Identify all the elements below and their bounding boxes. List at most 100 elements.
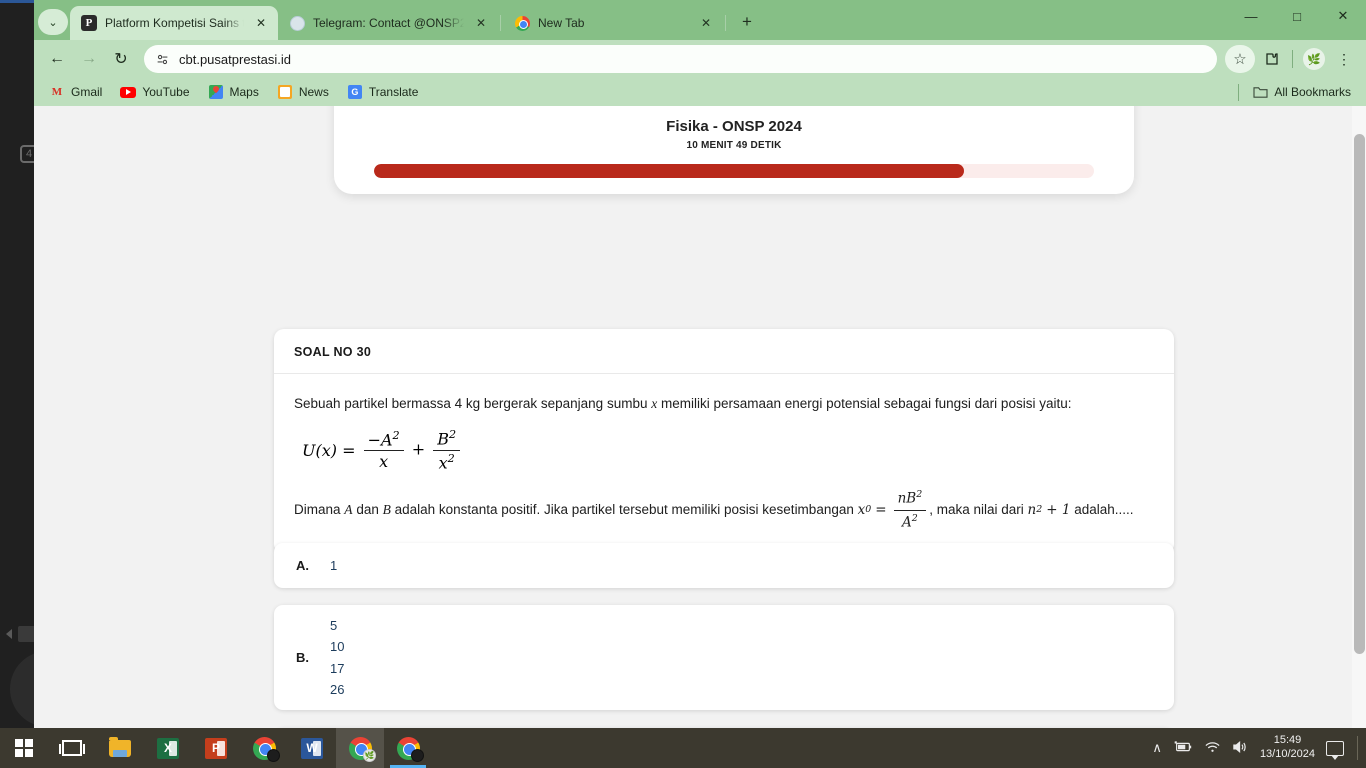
option-text-line: 26 [330, 681, 345, 697]
formula-term-2: B2 x2 [433, 428, 461, 472]
expr-plus-one: + 1 [1046, 502, 1071, 519]
bookmark-gmail[interactable]: M Gmail [42, 81, 109, 103]
tray-overflow-icon[interactable]: ∧ [1152, 740, 1162, 756]
background-window-collapse-icon[interactable] [6, 629, 12, 639]
term2-num-exponent: 2 [449, 428, 457, 442]
question-text-line-1: Sebuah partikel bermassa 4 kg bergerak s… [294, 394, 1154, 414]
start-button[interactable] [0, 728, 48, 768]
page-viewport: Fisika - ONSP 2024 10 MENIT 49 DETIK SOA… [34, 106, 1366, 728]
task-view-icon [59, 740, 85, 756]
n-squared-expression: n2 + 1 [1028, 500, 1071, 520]
forward-button[interactable]: → [74, 44, 104, 74]
potential-energy-formula: U(x) = −A2 x + B2 x2 [294, 428, 1154, 472]
excel-button[interactable]: X [144, 728, 192, 768]
gmail-icon: M [51, 86, 63, 98]
bookmark-news[interactable]: News [270, 81, 336, 103]
battery-icon[interactable] [1173, 740, 1193, 757]
translate-icon: G [347, 84, 363, 100]
page-scrollbar-thumb[interactable] [1354, 134, 1365, 654]
site-settings-icon[interactable] [154, 51, 170, 67]
expr-base: n [1027, 502, 1037, 519]
tab-title: Telegram: Contact @ONSP2024 [313, 16, 464, 30]
word-icon: W [301, 737, 323, 759]
clock[interactable]: 15:49 13/10/2024 [1260, 734, 1315, 762]
chrome-profile-badge: 🌿 [363, 749, 376, 762]
bookmark-translate[interactable]: G Translate [340, 81, 426, 103]
bookmark-label: Translate [368, 85, 419, 99]
question-text-line-2: Dimana A dan B adalah konstanta positif.… [294, 488, 1154, 533]
eq-num-exponent: 2 [916, 488, 923, 500]
action-center-icon[interactable] [1326, 740, 1344, 760]
bookmark-youtube[interactable]: YouTube [113, 81, 196, 103]
option-text-line: 5 [330, 617, 338, 633]
clock-date: 13/10/2024 [1259, 748, 1315, 760]
bookmarks-bar: M Gmail YouTube Maps News G Translate Al… [34, 78, 1366, 106]
question-number: SOAL NO 30 [274, 329, 1174, 374]
windows-taskbar: X P W 🌿 ∧ 15:49 13/10/2024 [0, 728, 1366, 768]
option-text-line: 17 [330, 660, 345, 676]
pahamify-icon: P [81, 15, 97, 31]
background-window[interactable]: 4 [0, 0, 86, 728]
question-text-part-1: Sebuah partikel bermassa 4 kg bergerak s… [294, 396, 648, 411]
tab-new-tab[interactable]: New Tab ✕ [503, 6, 723, 40]
chrome-menu-icon[interactable]: ⋮ [1330, 45, 1358, 73]
bookmark-star-icon[interactable]: ☆ [1225, 45, 1255, 73]
tab-separator [725, 15, 726, 31]
youtube-icon [120, 84, 137, 100]
chrome-button-3[interactable] [384, 728, 432, 768]
chrome-icon [514, 15, 530, 31]
question-card: SOAL NO 30 Sebuah partikel bermassa 4 kg… [274, 329, 1174, 555]
eq-sign: = [875, 502, 887, 519]
windows-logo-icon [15, 739, 33, 757]
chrome-button-2[interactable]: 🌿 [336, 728, 384, 768]
close-icon[interactable]: ✕ [472, 14, 490, 32]
tab-search-chevron-icon[interactable]: ⌄ [38, 9, 68, 35]
variable-b: B [382, 501, 391, 517]
task-view-button[interactable] [48, 728, 96, 768]
file-explorer-button[interactable] [96, 728, 144, 768]
show-desktop-button[interactable] [1357, 736, 1358, 760]
line2-part-1: Dimana [294, 501, 341, 517]
avatar: 🌿 [1303, 48, 1325, 70]
page-scrollbar-track[interactable] [1352, 106, 1366, 728]
close-icon[interactable]: ✕ [252, 14, 270, 32]
folder-icon [1252, 84, 1268, 100]
bookmark-maps[interactable]: Maps [201, 81, 266, 103]
exam-header-card: Fisika - ONSP 2024 10 MENIT 49 DETIK [334, 106, 1134, 194]
option-a[interactable]: A. 1 [274, 543, 1174, 588]
extensions-icon[interactable] [1257, 45, 1285, 73]
tab-telegram[interactable]: Telegram: Contact @ONSP2024 ✕ [278, 6, 498, 40]
powerpoint-button[interactable]: P [192, 728, 240, 768]
window-controls: — □ ✕ [1228, 0, 1366, 40]
option-letter: A. [296, 558, 309, 573]
chrome-profile-badge [267, 749, 280, 762]
tab-strip: ⌄ P Platform Kompetisi Sains terbesar ✕ … [34, 0, 1366, 40]
chrome-button-1[interactable] [240, 728, 288, 768]
minimize-button[interactable]: — [1228, 0, 1274, 32]
browser-toolbar: ← → ↻ cbt.pusatprestasi.id ☆ 🌿 ⋮ [34, 40, 1366, 78]
line2-part-3: adalah konstanta positif. Jika partikel … [394, 501, 854, 517]
back-button[interactable]: ← [42, 44, 72, 74]
folder-icon [109, 736, 131, 757]
option-b[interactable]: B. 5 10 17 26 [274, 605, 1174, 710]
address-bar[interactable]: cbt.pusatprestasi.id [144, 45, 1217, 73]
option-letter: B. [296, 650, 309, 665]
wifi-icon[interactable] [1204, 740, 1221, 757]
close-icon[interactable]: ✕ [697, 14, 715, 32]
eq-lhs-subscript: 0 [865, 504, 872, 516]
word-button[interactable]: W [288, 728, 336, 768]
url-text: cbt.pusatprestasi.id [179, 51, 292, 67]
new-tab-button[interactable]: + [734, 9, 760, 35]
line2-part-5: adalah..... [1074, 501, 1134, 517]
toolbar-divider [1292, 50, 1293, 68]
reload-button[interactable]: ↻ [106, 44, 136, 74]
volume-icon[interactable] [1232, 740, 1249, 757]
profile-avatar[interactable]: 🌿 [1300, 45, 1328, 73]
eq-numerator: nB [897, 490, 917, 507]
exam-title: Fisika - ONSP 2024 [666, 118, 802, 135]
maximize-button[interactable]: □ [1274, 0, 1320, 32]
close-window-button[interactable]: ✕ [1320, 0, 1366, 32]
tab-pahamify[interactable]: P Platform Kompetisi Sains terbesar ✕ [70, 6, 278, 40]
all-bookmarks-button[interactable]: All Bookmarks [1245, 81, 1358, 103]
exam-page: Fisika - ONSP 2024 10 MENIT 49 DETIK SOA… [34, 106, 1352, 728]
